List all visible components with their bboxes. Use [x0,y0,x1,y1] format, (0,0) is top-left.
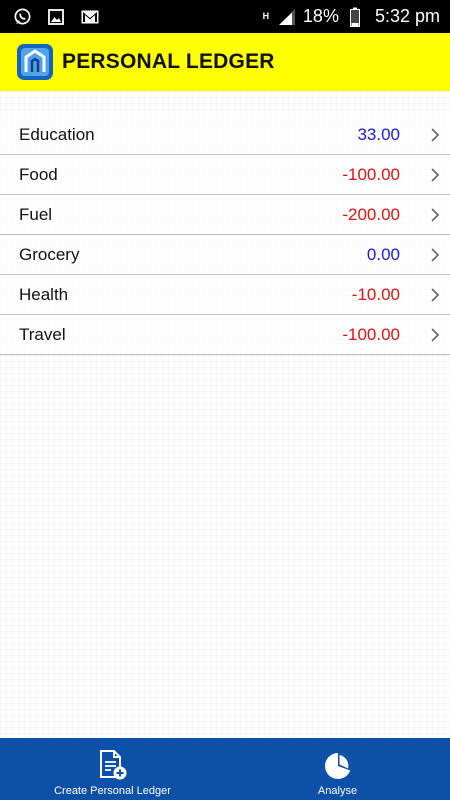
ledger-list: Education 33.00 Food -100.00 Fuel -200.0… [0,91,450,738]
ledger-amount: 0.00 [366,244,400,264]
battery-percent: 18% [302,6,339,26]
new-document-icon [99,750,126,780]
create-personal-ledger-label: Create Personal Ledger [54,785,171,797]
ledger-amount: 33.00 [357,124,400,144]
pie-chart-icon [324,753,351,779]
clock: 5:32 pm [374,6,440,26]
create-personal-ledger-button[interactable]: Create Personal Ledger [0,738,225,800]
app-bar: PERSONAL LEDGER [0,33,450,91]
ledger-row-fuel[interactable]: Fuel -200.00 [0,195,450,235]
signal-icon [277,7,297,27]
app-title: PERSONAL LEDGER [62,50,275,73]
chevron-right-icon [428,326,442,344]
system-status: H 18% 5:32 pm [261,6,440,27]
chevron-right-icon [428,246,442,264]
ledger-amount: -100.00 [342,324,400,344]
ledger-name: Health [19,284,69,304]
ledger-name: Education [19,124,95,144]
chevron-right-icon [428,166,442,184]
ledger-name: Fuel [19,204,53,224]
ledger-logo-icon [16,43,54,81]
ledger-row-food[interactable]: Food -100.00 [0,155,450,195]
image-icon [46,7,66,27]
ledger-name: Food [19,164,58,184]
notification-icons [12,7,100,27]
bottom-nav: Create Personal Ledger Analyse [0,738,450,800]
whatsapp-icon [12,7,32,27]
ledger-row-health[interactable]: Health -10.00 [0,275,450,315]
ledger-row-education[interactable]: Education 33.00 [0,115,450,155]
ledger-row-travel[interactable]: Travel -100.00 [0,315,450,355]
ledger-amount: -100.00 [342,164,400,184]
analyse-button[interactable]: Analyse [225,738,450,800]
ledger-row-grocery[interactable]: Grocery 0.00 [0,235,450,275]
ledger-name: Travel [19,324,66,344]
ledger-amount: -10.00 [351,284,400,304]
battery-icon [345,7,365,27]
analyse-label: Analyse [317,785,358,797]
ledger-amount: -200.00 [342,204,400,224]
network-type: H [262,11,270,21]
chevron-right-icon [428,126,442,144]
ledger-name: Grocery [19,244,80,264]
gmail-icon [80,7,100,27]
chevron-right-icon [428,206,442,224]
chevron-right-icon [428,286,442,304]
status-bar: H 18% 5:32 pm [0,0,450,33]
